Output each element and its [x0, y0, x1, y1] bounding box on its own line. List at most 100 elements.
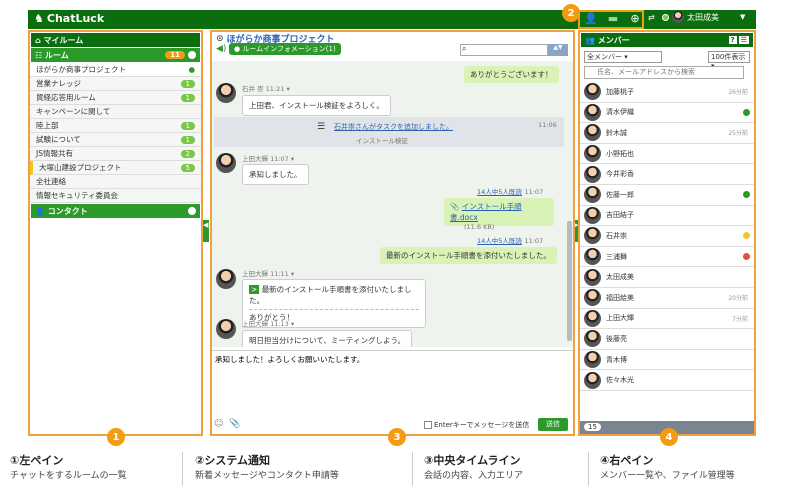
member-row[interactable]: 佐藤一郎 — [580, 185, 754, 206]
enter-send-checkbox[interactable] — [424, 421, 432, 429]
room-item[interactable]: 情報セキュリティ委員会 — [30, 189, 201, 203]
status-busy-icon — [743, 253, 750, 261]
room-item[interactable]: JS情報共有 2 — [30, 147, 201, 161]
collapse-left-handle[interactable]: ◀ — [203, 220, 209, 242]
add-room-icon[interactable] — [188, 51, 196, 59]
messages-icon[interactable]: ▬ — [605, 12, 621, 26]
message-meta: 上田大輝 11:13 ▾ — [242, 320, 295, 328]
paperclip-icon: 📎 — [450, 202, 460, 211]
add-contact-icon[interactable] — [188, 207, 196, 215]
callout-2: 2 — [562, 4, 580, 22]
avatar — [584, 227, 601, 245]
list-icon[interactable]: ☰ — [738, 36, 749, 44]
user-menu[interactable]: 太田成美 — [662, 11, 719, 23]
left-pane: ⌂ マイルーム ☷ ルーム 11 ほがらか商事プロジェクト ● 営業ナレッジ 1 貿… — [28, 30, 203, 436]
member-row[interactable]: 石井崇 — [580, 226, 754, 247]
my-room-header[interactable]: ⌂ マイルーム — [31, 33, 200, 47]
rooms-icon: ☷ — [35, 50, 43, 60]
avatar — [584, 145, 601, 163]
search-nav-buttons[interactable]: ▲▼ — [548, 44, 568, 56]
member-row[interactable]: 清水伊織 — [580, 103, 754, 124]
avatar — [584, 165, 601, 183]
read-status[interactable]: 14人中5人既読 11:07 — [477, 235, 543, 245]
message-meta: 上田大輝 11:11 ▾ — [242, 270, 295, 278]
send-button[interactable]: 送信 — [538, 418, 568, 431]
task-icon: ☰ — [317, 122, 326, 132]
dropdown-icon: ▾ — [286, 85, 290, 93]
member-row[interactable]: 吉田結子 — [580, 206, 754, 227]
member-row[interactable]: 青木博 — [580, 350, 754, 371]
member-row[interactable]: 三浦舞 — [580, 247, 754, 268]
member-row[interactable]: 佐々木光 — [580, 370, 754, 391]
member-search-input[interactable] — [584, 66, 744, 79]
help-icon[interactable]: ? — [728, 36, 737, 44]
message-bubble: 承知しました。 — [242, 164, 309, 185]
avatar — [672, 11, 684, 23]
person-icon: 👤 — [35, 206, 45, 216]
right-pane: 👥 メンバー ? ☰ 全メンバー ▾ 100件表示 ▾ 加藤桃子26分前 清水伊… — [578, 30, 756, 436]
room-item[interactable]: 大塚山建設プロジェクト 5 — [30, 161, 201, 175]
read-status[interactable]: 14人中5人既読 11:07 — [477, 186, 543, 196]
online-status-icon — [662, 13, 669, 21]
message-bubble: 最新のインストール手順書を添付いたしました。 — [380, 247, 557, 264]
top-bar — [28, 10, 756, 29]
room-list: ほがらか商事プロジェクト ● 営業ナレッジ 1 貿経応答用ルーム 1 キャンペーンに関… — [30, 63, 201, 203]
leaf-icon: ● — [188, 65, 195, 74]
members-header: 👥 メンバー ? ☰ — [581, 33, 753, 47]
callout-4: 4 — [660, 428, 678, 446]
emoji-icon[interactable]: ☺ — [214, 419, 223, 429]
member-row[interactable]: 福田絵美 20分前 — [580, 288, 754, 309]
room-item[interactable]: 試験について 1 — [30, 133, 201, 147]
member-row[interactable]: 加藤桃子 26分前 — [580, 82, 754, 103]
avatar — [584, 206, 601, 224]
room-item[interactable]: 営業ナレッジ 1 — [30, 77, 201, 91]
legend-1: ①左ペイン チャットをするルームの一覧 — [10, 454, 127, 481]
callout-3: 3 — [388, 428, 406, 446]
avatar — [584, 103, 601, 121]
status-away-icon — [743, 232, 750, 240]
avatar — [584, 83, 601, 101]
rooms-header[interactable]: ☷ ルーム 11 — [31, 48, 200, 62]
member-filter-select[interactable]: 全メンバー ▾ — [584, 51, 662, 63]
message-bubble: 明日担当分けについて、ミーティングしよう。 — [242, 330, 412, 347]
timeline-search-input[interactable] — [460, 44, 548, 56]
member-row[interactable]: 今井彩香 — [580, 164, 754, 185]
member-row[interactable]: 上田大輝 7分前 — [580, 309, 754, 330]
avatar — [216, 269, 236, 289]
message-meta: 石井 崇 11:21 ▾ — [242, 85, 290, 93]
message-meta: 上田大輝 11:07 ▾ — [242, 155, 295, 163]
chat-timeline: ありがとうございます！ 石井 崇 11:21 ▾ 上田君、インストール検証をよろ… — [212, 61, 573, 347]
status-available-icon — [743, 108, 750, 116]
callout-1: 1 — [107, 428, 125, 446]
attach-icon[interactable]: 📎 — [229, 419, 240, 429]
member-row[interactable]: 鈴木誠 25分前 — [580, 123, 754, 144]
room-icon: ⊙ — [216, 33, 224, 44]
message-input[interactable]: 承知しました！よろしくお願いいたします。 — [212, 350, 573, 416]
swap-icon[interactable]: ⇄ — [648, 13, 655, 22]
room-item[interactable]: 全社連絡 — [30, 175, 201, 189]
avatar — [584, 371, 601, 389]
avatar — [216, 319, 236, 339]
room-item[interactable]: ほがらか商事プロジェクト ● — [30, 63, 201, 77]
legend-4: ④右ペイン メンバー一覧や、ファイル管理等 — [600, 454, 735, 481]
timeline-scrollbar[interactable] — [567, 221, 572, 341]
enter-send-option[interactable]: Enterキーでメッセージを送信 — [424, 420, 529, 430]
logo-icon: ♞ — [34, 12, 44, 25]
member-row[interactable]: 小野拓也 — [580, 144, 754, 165]
contact-request-icon[interactable]: 👤 — [583, 12, 599, 26]
globe-icon[interactable]: ⊕ — [627, 12, 643, 26]
contacts-header[interactable]: 👤 コンタクト — [31, 204, 200, 218]
divider — [412, 452, 413, 486]
member-row[interactable]: 太田成美 — [580, 267, 754, 288]
legend-3: ③中央タイムライン 会話の内容、入力エリア — [424, 454, 524, 481]
room-item[interactable]: キャンペーンに関して — [30, 105, 201, 119]
per-page-select[interactable]: 100件表示 ▾ — [708, 51, 750, 70]
room-item[interactable]: 貿経応答用ルーム 1 — [30, 91, 201, 105]
room-info-button[interactable]: ● ルームインフォメーション(1) — [229, 43, 341, 55]
member-row[interactable]: 後藤亮 — [580, 329, 754, 350]
avatar — [584, 268, 601, 286]
chevron-down-icon[interactable]: ▼ — [740, 13, 745, 21]
file-bubble[interactable]: 📎 インストール手順書.docx (11.6 KB) — [444, 198, 554, 231]
room-item[interactable]: 陸上部 1 — [30, 119, 201, 133]
member-list: 加藤桃子 26分前 清水伊織 鈴木誠 25分前 小野拓也 今井彩香 佐藤一郎 吉田結… — [580, 82, 754, 391]
